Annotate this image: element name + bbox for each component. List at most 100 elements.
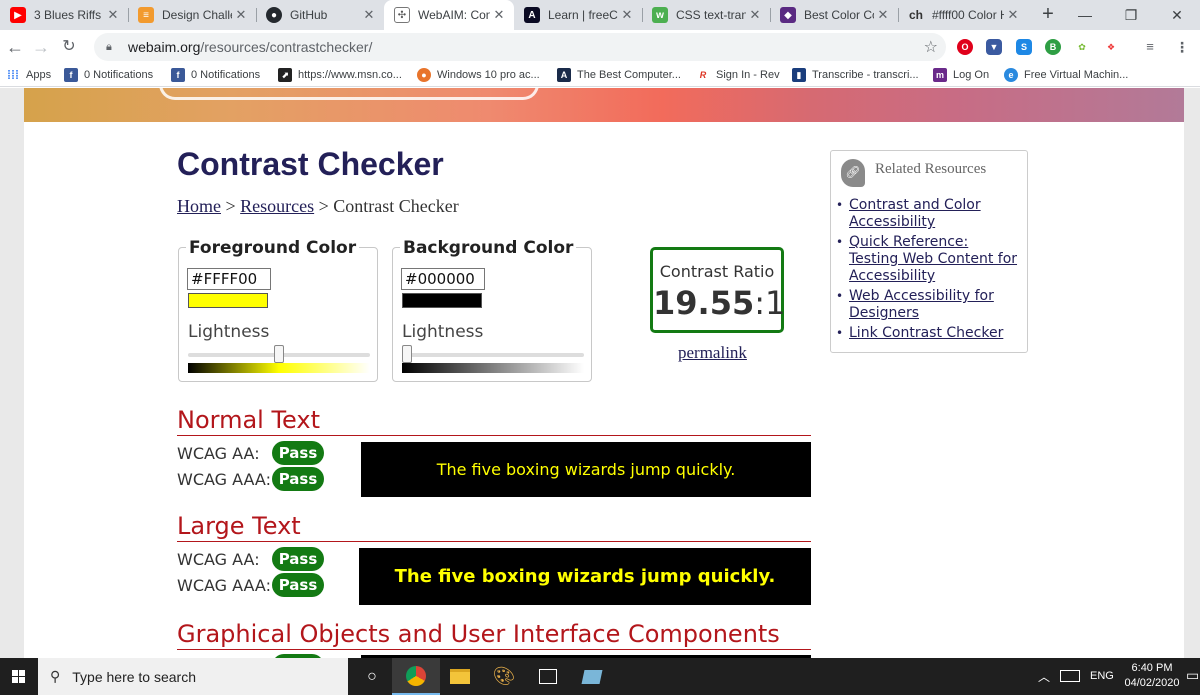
new-tab-button[interactable]: + xyxy=(1038,4,1058,26)
close-icon[interactable]: ✕ xyxy=(104,7,122,23)
related-link-contrast-color[interactable]: Contrast and Color Accessibility xyxy=(849,197,981,230)
breadcrumb-current: Contrast Checker xyxy=(333,196,459,216)
taskbar-paint[interactable]: 🎨︎ xyxy=(480,658,528,695)
url-path: /resources/contrastchecker/ xyxy=(200,39,373,55)
color-extension-icon[interactable]: ❖ xyxy=(1103,39,1119,55)
reading-list-icon[interactable]: ≡ xyxy=(1142,39,1158,55)
minimize-button[interactable]: — xyxy=(1062,0,1108,30)
grammar-extension-icon[interactable]: B xyxy=(1045,39,1061,55)
rev-icon: R xyxy=(696,68,710,82)
bookmark-free-vm[interactable]: e Free Virtual Machin... xyxy=(1004,67,1128,83)
bookmark-best-computer[interactable]: A The Best Computer... xyxy=(557,67,681,83)
bookmark-apps[interactable]: ⁞⁞⁞ Apps xyxy=(6,67,51,83)
clock[interactable]: 6:40 PM 04/02/2020 xyxy=(1120,661,1184,691)
address-bar[interactable]: 🔒︎ webaim.org/resources/contrastchecker/… xyxy=(94,33,946,61)
foreground-legend: Foreground Color xyxy=(186,238,360,258)
language-indicator[interactable]: ENG xyxy=(1090,670,1114,682)
large-wcag-aaa-label: WCAG AAA: xyxy=(177,576,271,595)
close-icon[interactable]: ✕ xyxy=(490,7,508,23)
shield-extension-icon[interactable]: ▼ xyxy=(986,39,1002,55)
contrast-ratio-label: Contrast Ratio xyxy=(659,262,775,281)
bookmark-windows10[interactable]: ● Windows 10 pro ac... xyxy=(417,67,540,83)
colorpick-extension-icon[interactable]: ✿ xyxy=(1074,39,1090,55)
link-icon: 🔗︎ xyxy=(841,159,865,187)
foreground-hex-input[interactable]: #FFFF00 xyxy=(187,268,271,290)
bookmark-rev[interactable]: R Sign In - Rev xyxy=(696,67,780,83)
tab-title: 3 Blues Riffs Ev xyxy=(34,8,104,22)
bookmark-msn[interactable]: ⬈ https://www.msn.co... xyxy=(278,67,402,83)
tab-3[interactable]: ● GitHub ✕ xyxy=(256,0,384,30)
opera-extension-icon[interactable]: O xyxy=(957,39,973,55)
taskbar-file-explorer[interactable] xyxy=(436,658,484,695)
tab-1[interactable]: ▶ 3 Blues Riffs Ev ✕ xyxy=(0,0,128,30)
bookmark-logon[interactable]: m Log On xyxy=(933,67,989,83)
background-hex-input[interactable]: #000000 xyxy=(401,268,485,290)
background-lightness-slider-thumb[interactable] xyxy=(402,345,412,363)
contrast-ratio-value: 19.55:1 xyxy=(653,284,785,322)
keyboard-icon[interactable] xyxy=(1060,670,1080,682)
bookmark-facebook-2[interactable]: f 0 Notifications xyxy=(171,67,260,83)
chevron-up-icon[interactable]: ︿ xyxy=(1038,668,1050,685)
lock-icon: 🔒︎ xyxy=(106,40,112,53)
folder-icon xyxy=(450,669,470,684)
tab-title: WebAIM: Cont xyxy=(418,8,490,22)
notifications-icon[interactable]: ▭ xyxy=(1186,667,1199,684)
tab-7[interactable]: ◆ Best Color Cor ✕ xyxy=(770,0,898,30)
tab-5[interactable]: A Learn | freeCo ✕ xyxy=(514,0,642,30)
related-resources-title: Related Resources xyxy=(875,161,987,177)
close-icon[interactable]: ✕ xyxy=(1004,7,1022,23)
page-title: Contrast Checker xyxy=(177,146,444,182)
related-link-quick-reference[interactable]: Quick Reference: Testing Web Content for… xyxy=(849,234,1017,284)
taskbar-photos[interactable] xyxy=(524,658,572,695)
github-icon: ● xyxy=(266,7,282,23)
webaim-icon: ✣ xyxy=(394,7,410,23)
tab-8[interactable]: ch #ffff00 Color H ✕ xyxy=(898,0,1028,30)
close-icon[interactable]: ✕ xyxy=(874,7,892,23)
bookmark-label: Apps xyxy=(26,69,52,81)
breadcrumb: Home > Resources > Contrast Checker xyxy=(177,196,459,217)
youtube-icon: ▶ xyxy=(10,7,26,23)
windows-logo-icon xyxy=(12,670,25,683)
foreground-color-swatch[interactable] xyxy=(188,293,268,308)
back-arrow-icon[interactable]: ← xyxy=(2,34,28,60)
contrast-ratio-suffix: :1 xyxy=(754,284,786,322)
foreground-lightness-slider-thumb[interactable] xyxy=(274,345,284,363)
tab-6[interactable]: w CSS text-transf ✕ xyxy=(642,0,770,30)
background-color-swatch[interactable] xyxy=(402,293,482,308)
menu-dots-icon[interactable]: ⋮ xyxy=(1174,39,1190,55)
close-icon[interactable]: ✕ xyxy=(360,7,378,23)
tab-title: Design Challer xyxy=(162,8,232,22)
search-pill[interactable] xyxy=(159,88,539,100)
translate-extension-icon[interactable]: S xyxy=(1016,39,1032,55)
bookmark-facebook-1[interactable]: f 0 Notifications xyxy=(64,67,153,83)
breadcrumb-resources-link[interactable]: Resources xyxy=(240,196,314,216)
breadcrumb-home-link[interactable]: Home xyxy=(177,196,221,216)
tab-title: CSS text-transf xyxy=(676,8,746,22)
background-lightness-track[interactable] xyxy=(402,353,584,357)
start-button[interactable] xyxy=(0,658,38,695)
close-window-button[interactable]: ✕ xyxy=(1154,0,1200,30)
bookmark-transcribe[interactable]: ▮ Transcribe - transcri... xyxy=(792,67,919,83)
taskbar-search[interactable]: ⚲ Type here to search xyxy=(38,658,348,695)
forward-arrow-icon[interactable]: → xyxy=(28,34,54,60)
close-icon[interactable]: ✕ xyxy=(618,7,636,23)
related-link-link-contrast[interactable]: Link Contrast Checker xyxy=(849,325,1003,341)
close-icon[interactable]: ✕ xyxy=(746,7,764,23)
close-icon[interactable]: ✕ xyxy=(232,7,250,23)
taskbar-app[interactable] xyxy=(568,658,616,695)
bestcolor-icon: ◆ xyxy=(780,7,796,23)
task-view-button[interactable]: ○ xyxy=(348,658,396,695)
browser-toolbar: ← → ↻ 🔒︎ webaim.org/resources/contrastch… xyxy=(0,30,1200,63)
permalink-link[interactable]: permalink xyxy=(678,343,747,363)
edge-icon: e xyxy=(1004,68,1018,82)
related-link-designers[interactable]: Web Accessibility for Designers xyxy=(849,288,994,321)
tab-2[interactable]: ≡ Design Challer ✕ xyxy=(128,0,256,30)
bookmark-label: Free Virtual Machin... xyxy=(1024,69,1129,81)
list-item: Link Contrast Checker xyxy=(836,325,1019,342)
restore-button[interactable]: ❐ xyxy=(1108,0,1154,30)
bookmarks-bar: ⁞⁞⁞ Apps f 0 Notifications f 0 Notificat… xyxy=(0,63,1200,87)
tab-webaim-active[interactable]: ✣ WebAIM: Cont ✕ xyxy=(384,0,514,30)
reload-icon[interactable]: ↻ xyxy=(56,34,82,60)
bookmark-star-icon[interactable]: ☆ xyxy=(924,37,938,57)
taskbar-chrome[interactable] xyxy=(392,658,440,695)
